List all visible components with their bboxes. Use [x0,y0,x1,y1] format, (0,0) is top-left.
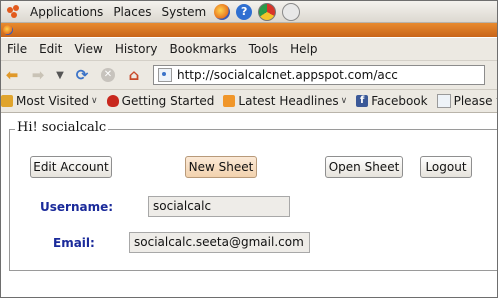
menu-history[interactable]: History [115,42,158,56]
system-panel: Applications Places System ? [1,1,497,23]
browser-menubar: File Edit View History Bookmarks Tools H… [1,38,497,61]
bookmark-facebook[interactable]: f Facebook [356,94,428,108]
bookmarks-toolbar: Most Visited ∨ Getting Started Latest He… [1,90,497,113]
history-dropdown-icon[interactable]: ▼ [55,66,65,84]
stop-icon: ✕ [101,68,115,82]
menu-tools[interactable]: Tools [249,42,279,56]
applications-menu[interactable]: Applications [30,5,103,19]
system-menu[interactable]: System [161,5,206,19]
stop-button[interactable]: ✕ [99,66,117,84]
logout-button[interactable]: Logout [420,156,472,178]
menu-help[interactable]: Help [290,42,317,56]
edit-account-button[interactable]: Edit Account [30,156,112,178]
menu-bookmarks[interactable]: Bookmarks [170,42,237,56]
screen: Applications Places System ? File Edit V… [0,0,498,298]
bookmark-most-visited[interactable]: Most Visited ∨ [1,94,98,108]
bookmark-label: Most Visited [16,94,90,108]
site-favicon-icon [158,68,172,82]
menu-view[interactable]: View [74,42,102,56]
new-sheet-button[interactable]: New Sheet [185,156,257,178]
bookmark-getting-started[interactable]: Getting Started [106,94,215,108]
username-label: Username: [40,200,114,214]
back-arrow-icon[interactable]: ⬅ [3,66,21,84]
firefox-icon[interactable] [214,3,231,20]
bookmark-label: Latest Headlines [238,94,339,108]
account-panel: Hi! socialcalc Edit Account New Sheet Op… [9,120,497,271]
bookmark-please-type[interactable]: Please type your [436,94,497,108]
greeting-heading: Hi! socialcalc [15,120,109,135]
url-text[interactable]: http://socialcalcnet.appspot.com/acc [177,68,398,82]
menu-edit[interactable]: Edit [39,42,62,56]
forward-arrow-icon[interactable]: ➡ [29,66,47,84]
places-menu[interactable]: Places [113,5,151,19]
menu-file[interactable]: File [7,42,27,56]
window-titlebar[interactable] [1,23,497,37]
getting-started-icon [106,95,119,107]
firefox-window-icon [3,25,13,35]
username-field[interactable]: socialcalc [148,196,290,217]
reload-icon[interactable]: ⟳ [73,66,91,84]
speaker-icon[interactable] [282,2,301,21]
bookmark-latest-headlines[interactable]: Latest Headlines ∨ [223,94,347,108]
url-bar[interactable]: http://socialcalcnet.appspot.com/acc [153,65,485,85]
chevron-down-icon: ∨ [91,96,98,106]
facebook-icon: f [356,95,369,107]
email-field[interactable]: socialcalc.seeta@gmail.com [129,232,310,253]
folder-icon [1,95,13,107]
help-icon[interactable]: ? [236,3,253,20]
email-label: Email: [53,236,95,250]
gnome-foot-icon[interactable] [7,4,21,19]
chrome-icon[interactable] [258,2,277,21]
page-icon [436,94,451,108]
bookmark-label: Getting Started [121,94,215,108]
chevron-down-icon: ∨ [340,96,348,106]
navigation-toolbar: ⬅ ➡ ▼ ⟳ ✕ ⌂ http://socialcalcnet.appspot… [1,61,497,90]
open-sheet-button[interactable]: Open Sheet [325,156,403,178]
bookmark-label: Facebook [371,94,428,108]
home-icon[interactable]: ⌂ [125,66,143,84]
page-content: Hi! socialcalc Edit Account New Sheet Op… [1,113,497,297]
rss-icon [223,95,236,107]
bookmark-label: Please type your [453,94,497,108]
